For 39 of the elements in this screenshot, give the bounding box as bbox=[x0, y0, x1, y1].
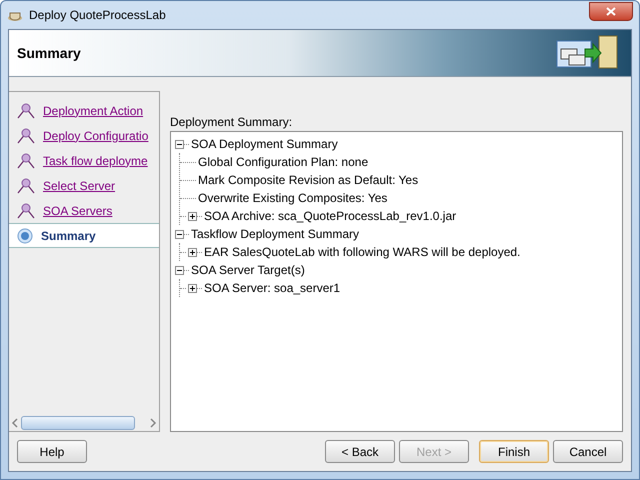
step-link[interactable]: Select Server bbox=[43, 178, 116, 192]
close-button[interactable] bbox=[589, 2, 633, 20]
tree-node-label[interactable]: EAR SalesQuoteLab with following WARS will be deployed. bbox=[204, 245, 520, 259]
step-icon bbox=[17, 102, 35, 118]
scroll-right-icon[interactable] bbox=[149, 418, 157, 428]
tree-node-label[interactable]: Taskflow Deployment Summary bbox=[191, 227, 360, 241]
expand-toggle-icon[interactable] bbox=[188, 284, 197, 292]
close-icon bbox=[606, 6, 616, 16]
scrollbar-thumb[interactable] bbox=[21, 416, 135, 430]
expand-toggle-icon[interactable] bbox=[188, 248, 197, 256]
step-link[interactable]: Task flow deployme bbox=[43, 154, 148, 168]
collapse-toggle-icon[interactable] bbox=[175, 230, 184, 238]
step-icon bbox=[17, 152, 35, 168]
step-link[interactable]: Deployment Action bbox=[43, 104, 144, 118]
collapse-toggle-icon[interactable] bbox=[175, 140, 184, 148]
tree-node-label[interactable]: SOA Archive: sca_QuoteProcessLab_rev1.0.jar bbox=[204, 209, 456, 223]
dialog-button[interactable]: Cancel bbox=[553, 440, 623, 463]
step-icon bbox=[17, 178, 35, 194]
step-icon bbox=[17, 202, 35, 218]
tree-node-label[interactable]: SOA Server Target(s) bbox=[191, 263, 305, 277]
tree-node-label[interactable]: SOA Server: soa_server1 bbox=[204, 281, 340, 295]
tree-node-label[interactable]: Global Configuration Plan: none bbox=[198, 155, 368, 169]
dialog-button[interactable]: Finish bbox=[479, 440, 549, 463]
scroll-left-icon[interactable] bbox=[11, 418, 19, 428]
collapse-toggle-icon[interactable] bbox=[175, 266, 184, 274]
tree-node-label[interactable]: SOA Deployment Summary bbox=[191, 137, 338, 151]
summary-label: Deployment Summary: bbox=[170, 115, 294, 129]
page-title: Summary bbox=[17, 45, 81, 61]
tree-node-label[interactable]: Overwrite Existing Composites: Yes bbox=[198, 191, 388, 205]
dialog-button[interactable]: Help bbox=[17, 440, 87, 463]
step-icon bbox=[17, 128, 35, 144]
tree-node-label[interactable]: Mark Composite Revision as Default: Yes bbox=[198, 173, 418, 187]
deploy-to-server-icon bbox=[555, 35, 619, 71]
current-step-icon bbox=[17, 228, 33, 244]
dialog-button[interactable]: < Back bbox=[325, 440, 395, 463]
step-link[interactable]: SOA Servers bbox=[43, 204, 112, 218]
window-title: Deploy QuoteProcessLab bbox=[29, 8, 167, 22]
step-link[interactable]: Deploy Configuratio bbox=[43, 128, 148, 142]
expand-toggle-icon[interactable] bbox=[188, 212, 197, 220]
